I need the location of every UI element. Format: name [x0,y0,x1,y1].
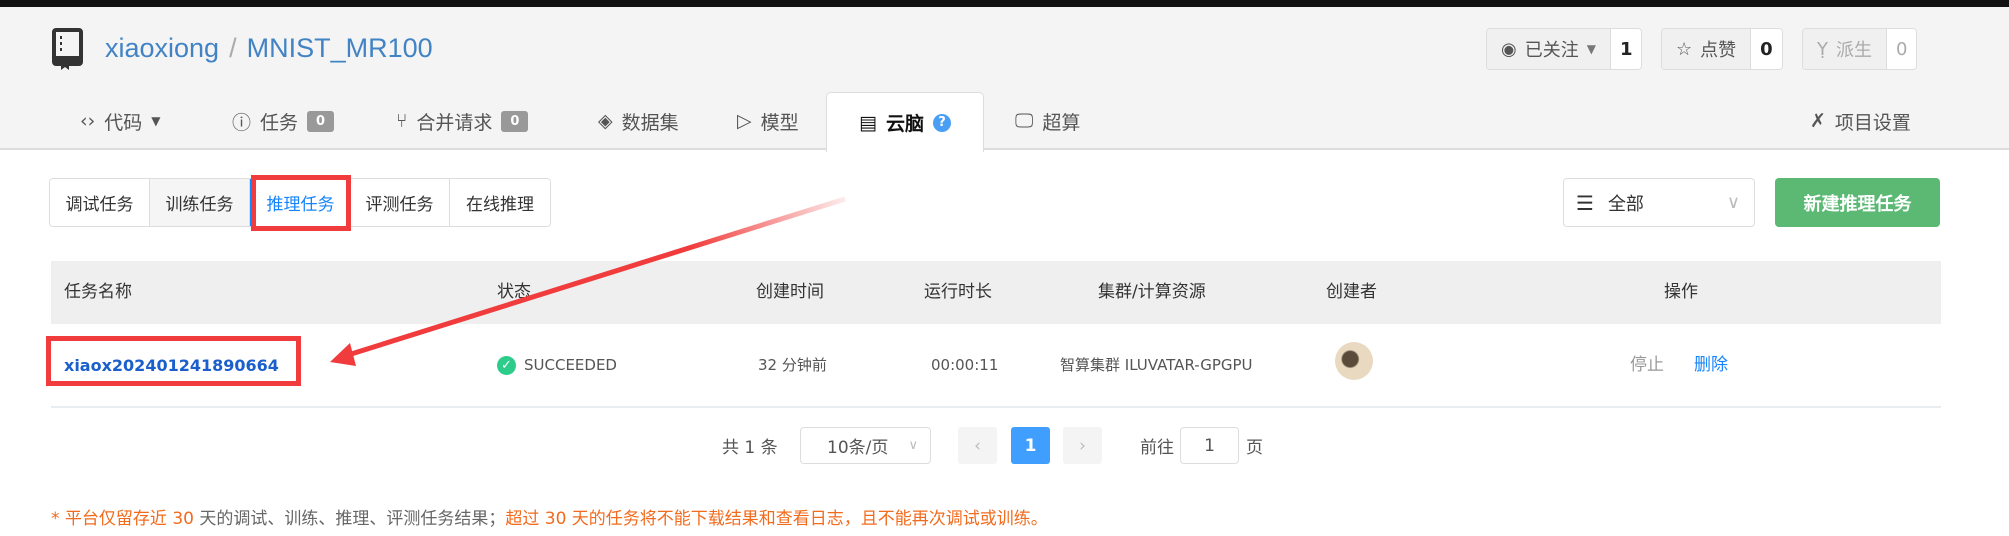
goto-label: 前往 [1140,438,1174,458]
note-part1: * 平台仅留存近 [51,509,173,529]
next-page-button[interactable]: › [1063,427,1102,464]
page-size-value: 10条/页 [827,438,889,458]
annotation-arrow [330,196,846,366]
page-suffix: 页 [1246,438,1263,458]
note-days: 30 [172,509,194,529]
retention-note: * 平台仅留存近 30 天的调试、训练、推理、评测任务结果；超过 30 天的任务… [51,504,1048,529]
prev-page-button[interactable]: ‹ [958,427,997,464]
page-size-select[interactable]: 10条/页 ∨ [800,427,931,464]
page-1-button[interactable]: 1 [1011,427,1050,464]
chevron-left-icon: ‹ [974,435,981,456]
chevron-right-icon: › [1079,435,1086,456]
total-count: 共 1 条 [722,438,778,458]
note-warning: 超过 30 天的任务将不能下载结果和查看日志，且不能再次调试或训练。 [505,509,1048,529]
goto-page-input[interactable]: 1 [1180,427,1239,464]
chevron-down-icon: ∨ [908,438,918,453]
note-part2: 天的调试、训练、推理、评测任务结果； [193,509,506,529]
